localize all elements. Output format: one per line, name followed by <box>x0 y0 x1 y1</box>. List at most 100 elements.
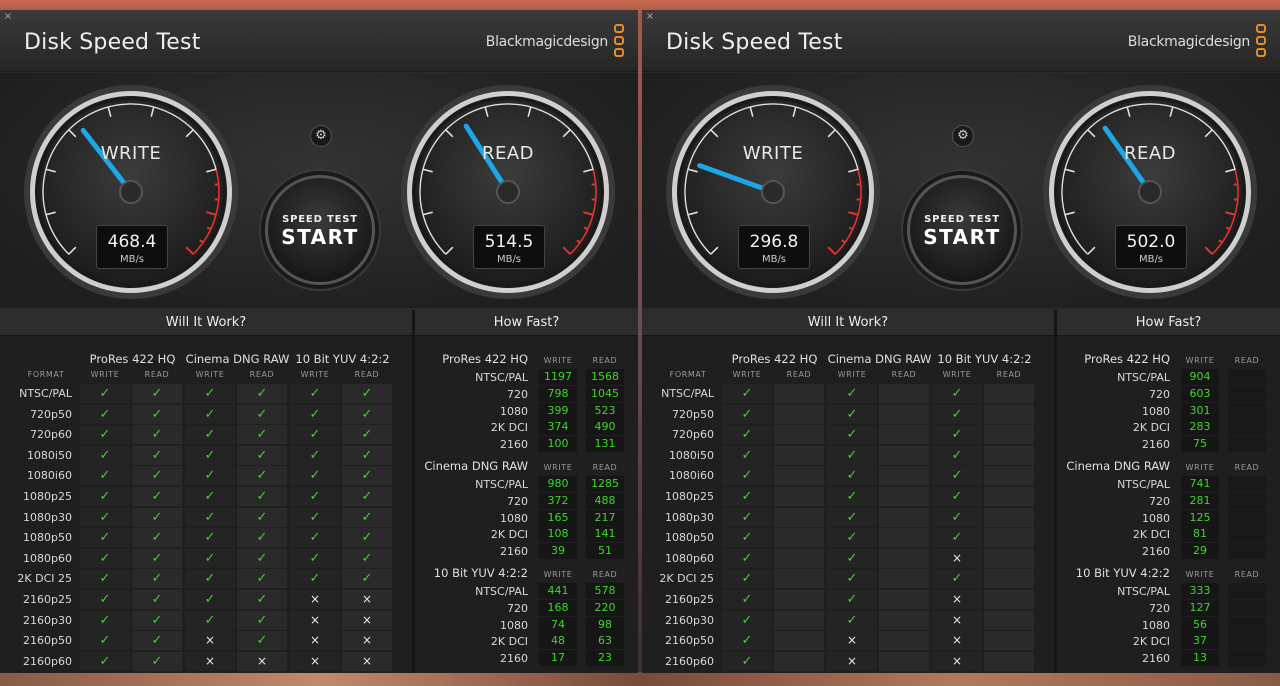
format-row-label: 2160p50 <box>23 634 72 648</box>
speed-row-label: NTSC/PAL <box>475 478 528 491</box>
section-divider <box>1054 310 1057 673</box>
write-column-heading: WRITE <box>1185 570 1215 579</box>
speed-group-heading: 10 Bit YUV 4:2:2 <box>1075 566 1170 580</box>
settings-gear-icon[interactable]: ⚙ <box>952 125 974 147</box>
read-column-heading: READ <box>354 370 380 379</box>
empty-cell <box>984 528 1034 548</box>
brand-logo-text: Blackmagicdesign <box>1127 34 1251 50</box>
speed-row-label: 2160 <box>1142 438 1170 452</box>
read-column-heading: READ <box>592 463 618 472</box>
speed-row-label: NTSC/PAL <box>475 371 528 384</box>
check-icon: ✓ <box>80 404 130 424</box>
speed-test-start-button[interactable]: SPEED TEST START <box>907 175 1017 285</box>
empty-cell <box>879 445 929 465</box>
read-speed-cell: 1285 <box>586 476 624 492</box>
empty-cell <box>774 528 824 548</box>
read-column-heading: READ <box>1234 356 1260 365</box>
check-icon: ✓ <box>290 466 340 486</box>
check-icon: ✓ <box>237 466 287 486</box>
cross-icon: × <box>932 548 982 568</box>
check-icon: ✓ <box>237 384 287 403</box>
check-icon: ✓ <box>290 445 340 465</box>
check-icon: ✓ <box>722 507 772 527</box>
write-speed-unit: MB/s <box>119 254 145 265</box>
check-icon: ✓ <box>185 590 235 609</box>
speed-row-label: 2K DCI <box>1132 421 1170 435</box>
check-icon: ✓ <box>237 631 287 651</box>
empty-cell <box>879 590 929 609</box>
empty-cell <box>774 466 824 486</box>
empty-cell <box>774 487 824 506</box>
brand-logo-text: Blackmagicdesign <box>485 34 609 50</box>
close-icon[interactable]: × <box>2 11 14 23</box>
check-icon: ✓ <box>185 445 235 465</box>
read-speed-cell: 131 <box>586 436 624 453</box>
speed-row-label: 2160 <box>500 545 528 559</box>
format-group-heading: 10 Bit YUV 4:2:2 <box>937 352 1032 366</box>
check-icon: ✓ <box>722 528 772 548</box>
empty-cell <box>774 404 824 424</box>
close-icon[interactable]: × <box>644 11 656 23</box>
read-column-heading: READ <box>996 370 1022 379</box>
write-speed-cell: 798 <box>539 385 577 402</box>
check-icon: ✓ <box>290 425 340 445</box>
format-row-label: 1080p50 <box>23 531 72 545</box>
write-column-heading: WRITE <box>543 463 573 472</box>
check-icon: ✓ <box>132 404 182 424</box>
speed-row-label: NTSC/PAL <box>1117 478 1170 491</box>
check-icon: ✓ <box>80 445 130 465</box>
check-icon: ✓ <box>722 384 772 403</box>
check-icon: ✓ <box>237 610 287 630</box>
cross-icon: × <box>342 590 392 609</box>
speed-test-start-button[interactable]: SPEED TEST START <box>265 175 375 285</box>
write-speed-cell: 100 <box>539 436 577 453</box>
empty-cell <box>879 404 929 424</box>
write-speed-value: 468.4 <box>107 232 157 252</box>
write-speed-cell: 904 <box>1181 369 1219 385</box>
empty-cell <box>879 631 929 651</box>
read-column-heading: READ <box>144 370 170 379</box>
write-speed-cell: 75 <box>1181 436 1219 453</box>
speed-row-label: 1080 <box>1142 511 1170 525</box>
check-icon: ✓ <box>722 590 772 609</box>
check-icon: ✓ <box>827 548 877 568</box>
check-icon: ✓ <box>342 548 392 568</box>
write-speed-value: 296.8 <box>749 232 799 252</box>
empty-cell <box>774 425 824 445</box>
format-row-label: 720p60 <box>672 428 714 442</box>
read-speed-cell <box>1228 543 1266 560</box>
write-column-heading: WRITE <box>1185 463 1215 472</box>
check-icon: ✓ <box>342 528 392 548</box>
check-icon: ✓ <box>290 487 340 506</box>
write-speed-cell: 39 <box>539 543 577 560</box>
read-speed-cell: 488 <box>586 492 624 509</box>
format-row-label: 1080p60 <box>23 551 72 565</box>
speed-row-label: 2K DCI <box>490 528 528 542</box>
format-row-label: 2160p30 <box>23 613 72 627</box>
write-speed-cell: 1197 <box>539 369 577 385</box>
settings-gear-icon[interactable]: ⚙ <box>310 125 332 147</box>
check-icon: ✓ <box>290 548 340 568</box>
cross-icon: × <box>932 590 982 609</box>
check-icon: ✓ <box>237 548 287 568</box>
write-speed-cell: 13 <box>1181 650 1219 667</box>
read-speed-value: 514.5 <box>484 232 534 252</box>
read-speed-cell: 217 <box>586 509 624 526</box>
check-icon: ✓ <box>132 631 182 651</box>
results-panel: Will It Work? How Fast? ProRes 422 HQ WRITE… <box>0 310 638 673</box>
format-row-label: 2160p60 <box>665 654 714 668</box>
check-icon: ✓ <box>342 507 392 527</box>
check-icon: ✓ <box>237 487 287 506</box>
format-row-label: 1080i50 <box>26 448 72 462</box>
check-icon: ✓ <box>185 466 235 486</box>
section-divider <box>412 310 415 673</box>
check-icon: ✓ <box>132 590 182 609</box>
check-icon: ✓ <box>185 404 235 424</box>
check-icon: ✓ <box>80 528 130 548</box>
empty-cell <box>774 631 824 651</box>
desktop-wallpaper-strip <box>0 672 1280 686</box>
read-speed-cell <box>1228 583 1266 599</box>
empty-cell <box>984 590 1034 609</box>
check-icon: ✓ <box>722 548 772 568</box>
empty-cell <box>879 610 929 630</box>
